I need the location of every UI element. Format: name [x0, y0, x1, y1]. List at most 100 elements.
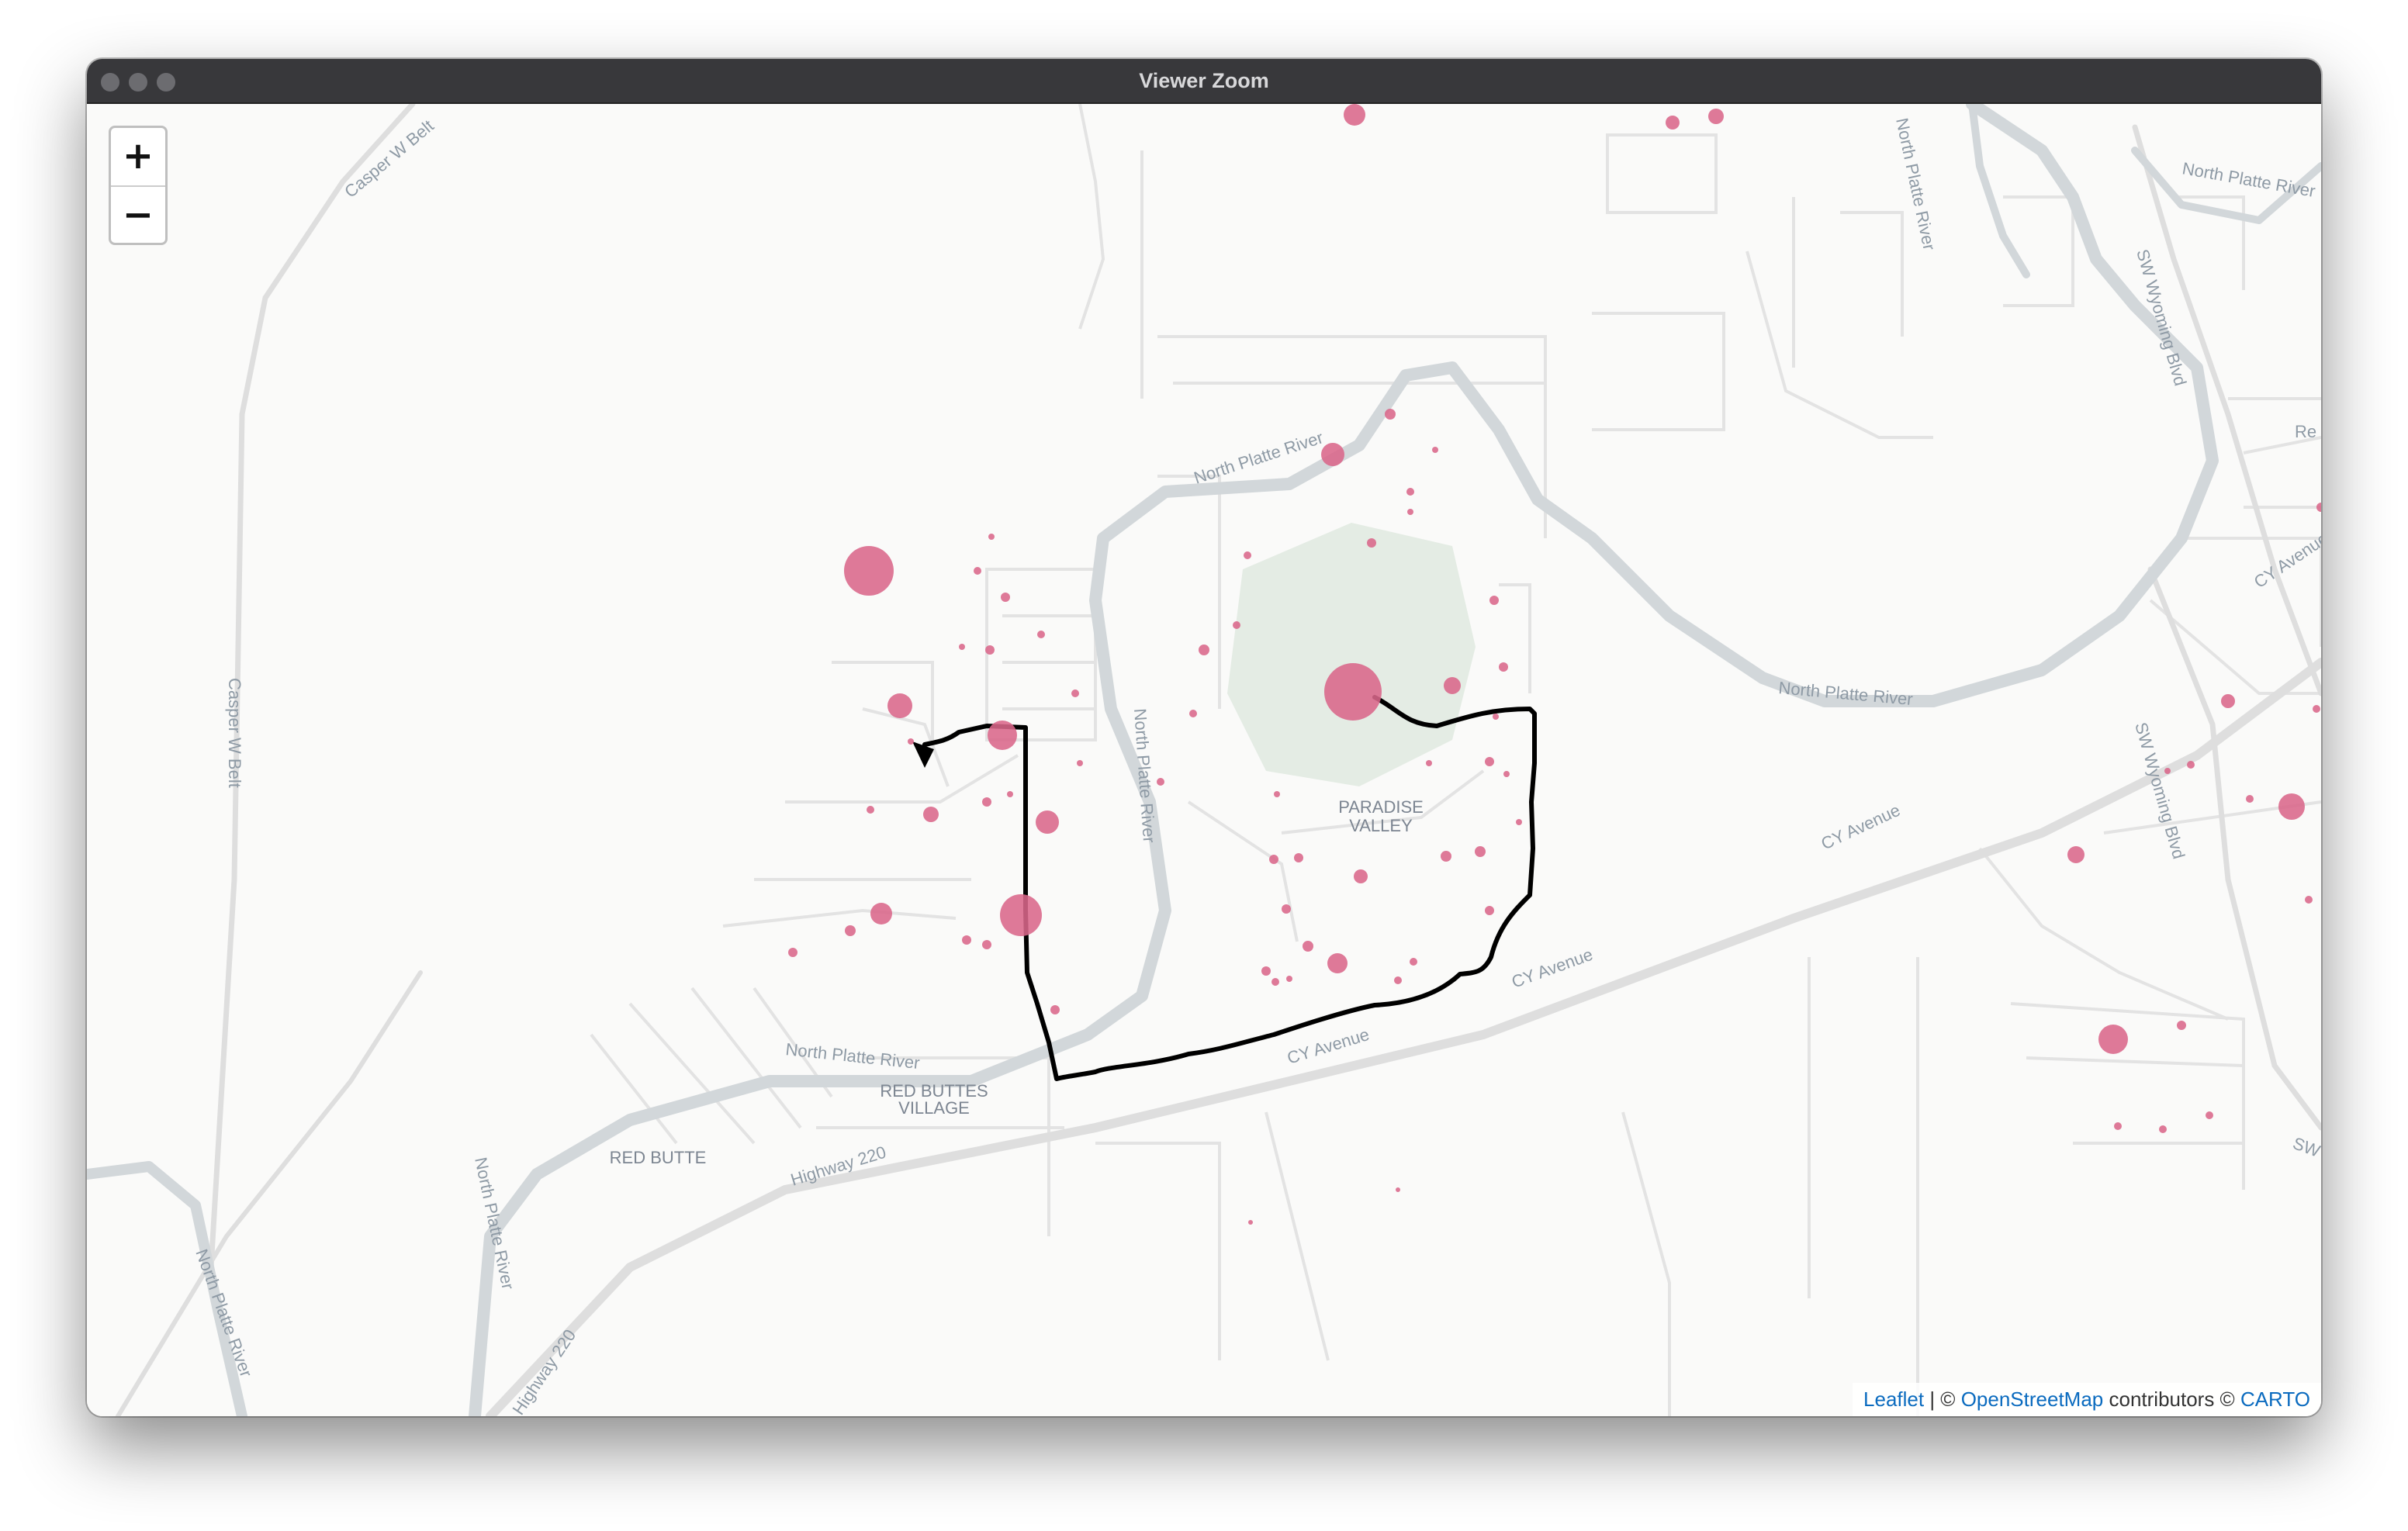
location-marker[interactable]: [1708, 109, 1724, 124]
location-marker[interactable]: [1077, 760, 1083, 766]
location-marker[interactable]: [2098, 1025, 2128, 1054]
location-marker[interactable]: [1516, 819, 1522, 825]
location-marker[interactable]: [1269, 855, 1278, 864]
location-marker[interactable]: [1489, 596, 1499, 605]
location-marker[interactable]: [1157, 778, 1164, 786]
location-marker[interactable]: [1321, 443, 1344, 466]
location-marker[interactable]: [1367, 538, 1376, 548]
route-path: [919, 695, 1537, 1081]
location-marker[interactable]: [1286, 976, 1292, 982]
location-marker[interactable]: [959, 644, 965, 650]
location-marker[interactable]: [1327, 953, 1348, 973]
location-marker[interactable]: [1475, 846, 1486, 857]
location-marker[interactable]: [845, 925, 856, 936]
golf-course-area: [1227, 523, 1476, 786]
river-label: North Platte River: [2181, 158, 2316, 201]
leaflet-link[interactable]: Leaflet: [1863, 1388, 1924, 1411]
location-marker[interactable]: [1248, 1220, 1253, 1225]
location-marker[interactable]: [988, 534, 995, 540]
location-marker[interactable]: [985, 645, 995, 655]
location-marker[interactable]: [1396, 1187, 1400, 1192]
location-marker[interactable]: [1426, 760, 1432, 766]
location-marker[interactable]: [1444, 677, 1461, 694]
location-marker[interactable]: [1294, 853, 1303, 862]
location-marker[interactable]: [1071, 689, 1079, 697]
zoom-out-button[interactable]: −: [111, 187, 165, 243]
location-marker[interactable]: [1000, 894, 1042, 936]
location-marker[interactable]: [788, 948, 797, 957]
location-marker[interactable]: [1344, 104, 1365, 126]
place-label: RED BUTTE: [610, 1148, 707, 1167]
river-label: North Platte River: [1892, 116, 1939, 252]
location-marker[interactable]: [982, 797, 991, 807]
location-marker[interactable]: [1441, 851, 1451, 862]
location-marker[interactable]: [2278, 793, 2305, 820]
location-marker[interactable]: [2305, 896, 2313, 904]
location-marker[interactable]: [844, 546, 894, 596]
location-marker[interactable]: [887, 693, 912, 718]
place-label: VILLAGE: [898, 1098, 970, 1118]
location-marker[interactable]: [1189, 710, 1197, 717]
road-label: SW Wyoming Blvd: [2131, 720, 2188, 861]
road-label: SW: [2290, 1133, 2321, 1161]
location-marker[interactable]: [1503, 771, 1510, 777]
location-marker[interactable]: [1199, 645, 1209, 655]
location-marker[interactable]: [2221, 694, 2235, 708]
location-marker[interactable]: [2246, 795, 2254, 803]
location-marker[interactable]: [2114, 1122, 2122, 1130]
location-marker[interactable]: [1666, 116, 1680, 130]
location-marker[interactable]: [962, 935, 971, 945]
map-labels: North Platte River North Platte River No…: [192, 116, 2321, 1416]
location-marker[interactable]: [867, 806, 874, 814]
location-marker[interactable]: [1485, 906, 1494, 915]
location-marker[interactable]: [2187, 761, 2195, 769]
location-marker[interactable]: [1007, 791, 1013, 797]
location-marker[interactable]: [988, 721, 1017, 750]
location-marker[interactable]: [1282, 904, 1291, 914]
location-marker[interactable]: [923, 807, 939, 822]
zoom-control: + −: [109, 126, 168, 245]
location-marker[interactable]: [1037, 631, 1045, 638]
location-marker[interactable]: [1244, 551, 1251, 559]
location-marker[interactable]: [870, 903, 892, 924]
location-marker[interactable]: [1410, 958, 1417, 966]
location-marker[interactable]: [1271, 978, 1279, 986]
location-marker[interactable]: [1406, 488, 1414, 496]
place-label: PARADISE: [1338, 797, 1424, 817]
location-marker[interactable]: [2316, 503, 2321, 512]
location-marker[interactable]: [982, 940, 991, 949]
zoom-in-button[interactable]: +: [111, 128, 165, 187]
location-marker[interactable]: [1036, 810, 1059, 834]
location-marker[interactable]: [1385, 409, 1396, 420]
location-marker[interactable]: [1050, 1005, 1060, 1014]
title-bar: Viewer Zoom: [87, 59, 2321, 104]
location-marker[interactable]: [1324, 663, 1382, 721]
location-marker[interactable]: [1261, 966, 1271, 976]
map-canvas[interactable]: North Platte River North Platte River No…: [87, 104, 2321, 1416]
location-marker[interactable]: [2159, 1125, 2167, 1133]
location-marker[interactable]: [2067, 846, 2085, 863]
map-view[interactable]: North Platte River North Platte River No…: [87, 104, 2321, 1416]
location-marker[interactable]: [1394, 976, 1402, 984]
location-marker[interactable]: [1001, 593, 1010, 602]
location-marker[interactable]: [1432, 447, 1438, 453]
location-marker[interactable]: [1354, 869, 1368, 883]
location-marker[interactable]: [1233, 621, 1240, 629]
location-marker[interactable]: [1407, 509, 1413, 515]
location-marker[interactable]: [1303, 941, 1313, 952]
location-marker[interactable]: [1485, 757, 1494, 766]
location-marker[interactable]: [1493, 714, 1499, 720]
location-marker[interactable]: [908, 738, 914, 745]
location-marker[interactable]: [2177, 1021, 2186, 1030]
openstreetmap-link[interactable]: OpenStreetMap: [1961, 1388, 2104, 1411]
north-platte-river: [87, 104, 2321, 1416]
location-marker[interactable]: [1274, 791, 1280, 797]
place-label: Re: [2295, 422, 2316, 441]
window-title: Viewer Zoom: [1139, 69, 1269, 92]
location-marker[interactable]: [1499, 662, 1508, 672]
location-marker[interactable]: [2313, 705, 2320, 713]
location-marker[interactable]: [2206, 1111, 2213, 1119]
road-label: CY Avenue: [1509, 945, 1595, 992]
location-marker[interactable]: [974, 567, 981, 575]
carto-link[interactable]: CARTO: [2240, 1388, 2310, 1411]
